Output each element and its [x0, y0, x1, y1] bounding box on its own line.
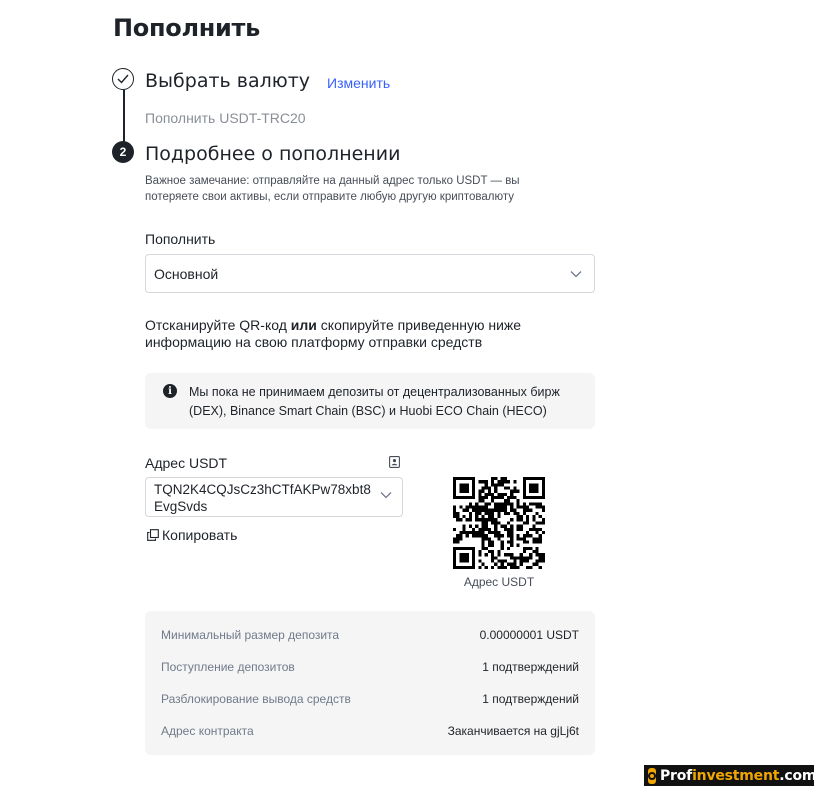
deposit-account-label: Пополнить	[145, 231, 216, 247]
address-book-icon[interactable]	[389, 456, 400, 468]
detail-value: 0.00000001 USDT	[479, 628, 579, 642]
detail-row: Минимальный размер депозита 0.00000001 US…	[161, 619, 579, 651]
important-notice: Важное замечание: отправляйте на данный …	[145, 175, 520, 203]
step-2-title: Подробнее о пополнении	[145, 143, 401, 165]
info-banner: i Мы пока не принимаем депозиты от децен…	[145, 373, 595, 429]
detail-row: Адрес контракта Заканчивается на gjLj6t	[161, 715, 579, 747]
copy-icon	[147, 529, 159, 541]
watermark: Profinvestment.com	[644, 765, 817, 786]
copy-address-button[interactable]: Копировать	[147, 527, 237, 543]
info-icon: i	[163, 384, 177, 398]
detail-value: 1 подтверждений	[482, 692, 579, 706]
deposit-account-value: Основной	[154, 265, 219, 282]
check-icon	[117, 74, 129, 84]
page-title: Пополнить	[113, 14, 261, 42]
stepper-line	[123, 90, 125, 142]
info-banner-text: Мы пока не принимаем депозиты от децентр…	[189, 385, 560, 418]
step-2-indicator: 2	[112, 141, 134, 163]
detail-value: Заканчивается на gjLj6t	[447, 724, 579, 738]
deposit-address-field[interactable]: TQN2K4CQJsCz3hCTfAKPw78xbt8EvgSvds	[145, 477, 403, 517]
step-1-title: Выбрать валюту	[145, 70, 311, 92]
address-label: Адрес USDT	[145, 455, 228, 471]
detail-key: Адрес контракта	[161, 724, 254, 738]
deposit-address-value: TQN2K4CQJsCz3hCTfAKPw78xbt8EvgSvds	[154, 482, 371, 514]
watermark-logo-icon	[648, 767, 656, 784]
detail-row: Разблокирование вывода средств 1 подтверж…	[161, 683, 579, 715]
change-currency-link[interactable]: Изменить	[327, 75, 390, 91]
detail-row: Поступление депозитов 1 подтверждений	[161, 651, 579, 683]
deposit-account-select[interactable]: Основной	[145, 254, 595, 293]
copy-address-label: Копировать	[162, 527, 238, 543]
qr-code	[453, 477, 545, 569]
qr-caption: Адрес USDT	[463, 575, 535, 589]
selected-currency-summary: Пополнить USDT-TRC20	[145, 110, 306, 126]
chevron-down-icon	[570, 270, 582, 277]
detail-value: 1 подтверждений	[482, 660, 579, 674]
step-1-done-indicator	[112, 68, 134, 90]
scan-instructions: Отсканируйте QR-код или скопируйте приве…	[145, 317, 565, 351]
detail-key: Минимальный размер депозита	[161, 628, 340, 642]
deposit-details-panel: Минимальный размер депозита 0.00000001 US…	[145, 611, 595, 755]
qr-modules	[453, 477, 545, 569]
chevron-down-icon	[380, 492, 392, 499]
detail-key: Разблокирование вывода средств	[161, 692, 351, 706]
watermark-text: Profinvestment.com	[660, 767, 817, 784]
scan-instructions-or: или	[290, 317, 317, 333]
scan-instructions-part1: Отсканируйте QR-код	[145, 317, 291, 333]
detail-key: Поступление депозитов	[161, 660, 295, 674]
